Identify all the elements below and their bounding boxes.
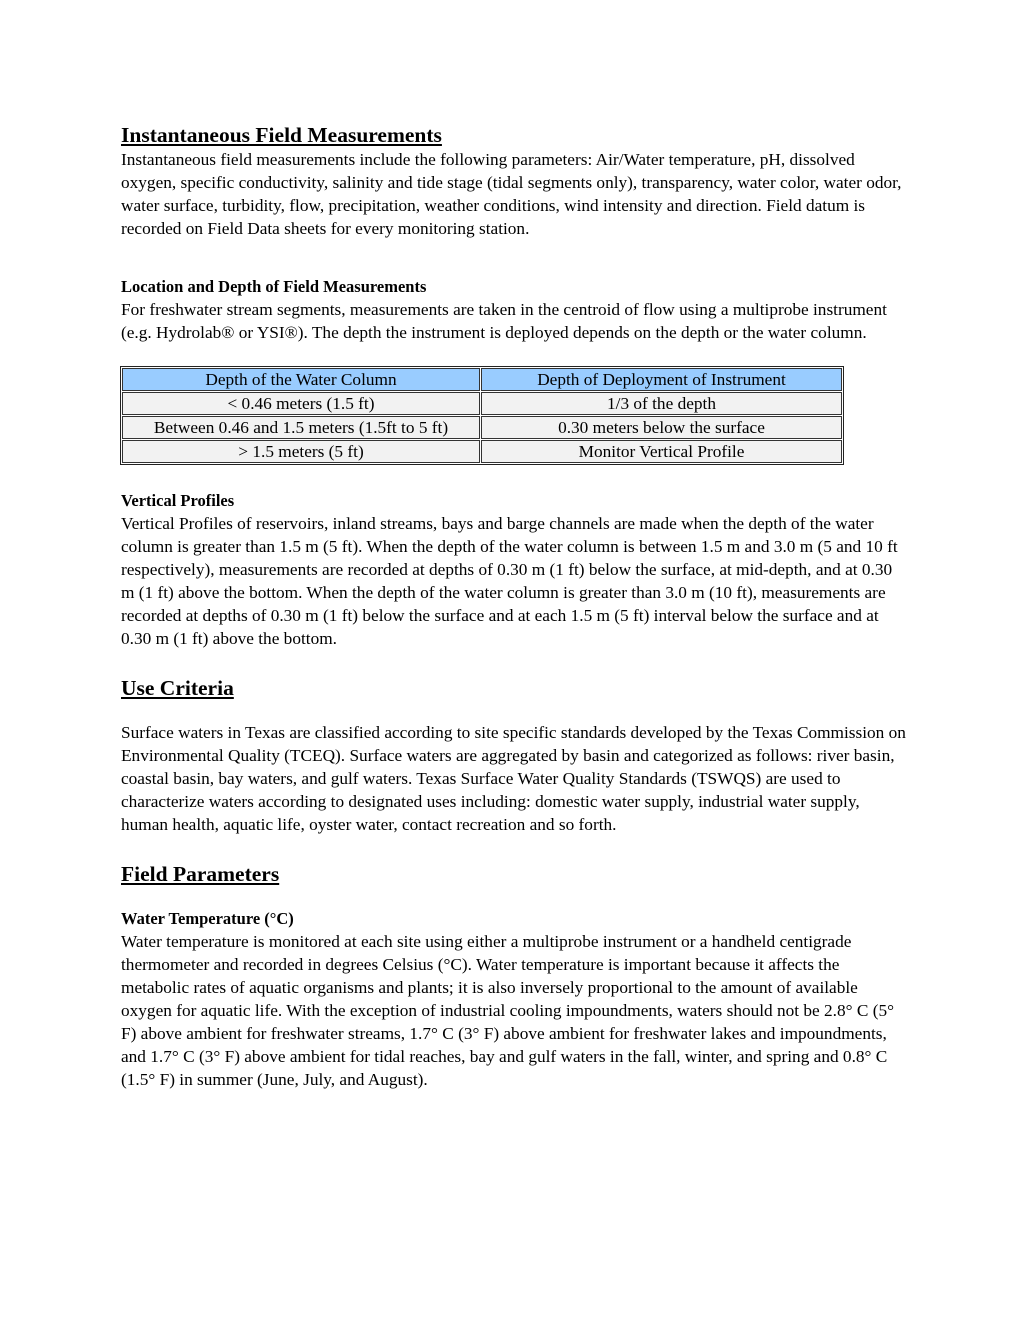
table-row: < 0.46 meters (1.5 ft) 1/3 of the depth [122,392,842,415]
table-row: > 1.5 meters (5 ft) Monitor Vertical Pro… [122,440,842,463]
paragraph-instantaneous: Instantaneous field measurements include… [121,150,902,238]
heading-water-temperature: Water Temperature (°C) [121,909,294,928]
table-cell: 0.30 meters below the surface [481,416,842,439]
table-cell: 1/3 of the depth [481,392,842,415]
heading-location-depth: Location and Depth of Field Measurements [121,277,427,296]
table-row: Between 0.46 and 1.5 meters (1.5ft to 5 … [122,416,842,439]
paragraph-use-criteria: Surface waters in Texas are classified a… [121,723,906,834]
document-page: Instantaneous Field Measurements Instant… [120,123,906,1091]
table-header-row: Depth of the Water Column Depth of Deplo… [122,368,842,391]
paragraph-water-temperature: Water temperature is monitored at each s… [121,932,895,1089]
heading-instantaneous-field-measurements: Instantaneous Field Measurements [121,123,442,147]
depth-table: Depth of the Water Column Depth of Deplo… [120,366,844,465]
table-cell: > 1.5 meters (5 ft) [122,440,480,463]
heading-use-criteria: Use Criteria [121,676,234,700]
table-cell: Between 0.46 and 1.5 meters (1.5ft to 5 … [122,416,480,439]
paragraph-vertical-profiles: Vertical Profiles of reservoirs, inland … [121,514,898,648]
table-header-cell: Depth of Deployment of Instrument [481,368,842,391]
table-cell: Monitor Vertical Profile [481,440,842,463]
table-cell: < 0.46 meters (1.5 ft) [122,392,480,415]
heading-vertical-profiles: Vertical Profiles [121,491,235,510]
heading-field-parameters: Field Parameters [121,862,280,886]
table-header-cell: Depth of the Water Column [122,368,480,391]
paragraph-location-depth: For freshwater stream segments, measurem… [121,300,887,342]
